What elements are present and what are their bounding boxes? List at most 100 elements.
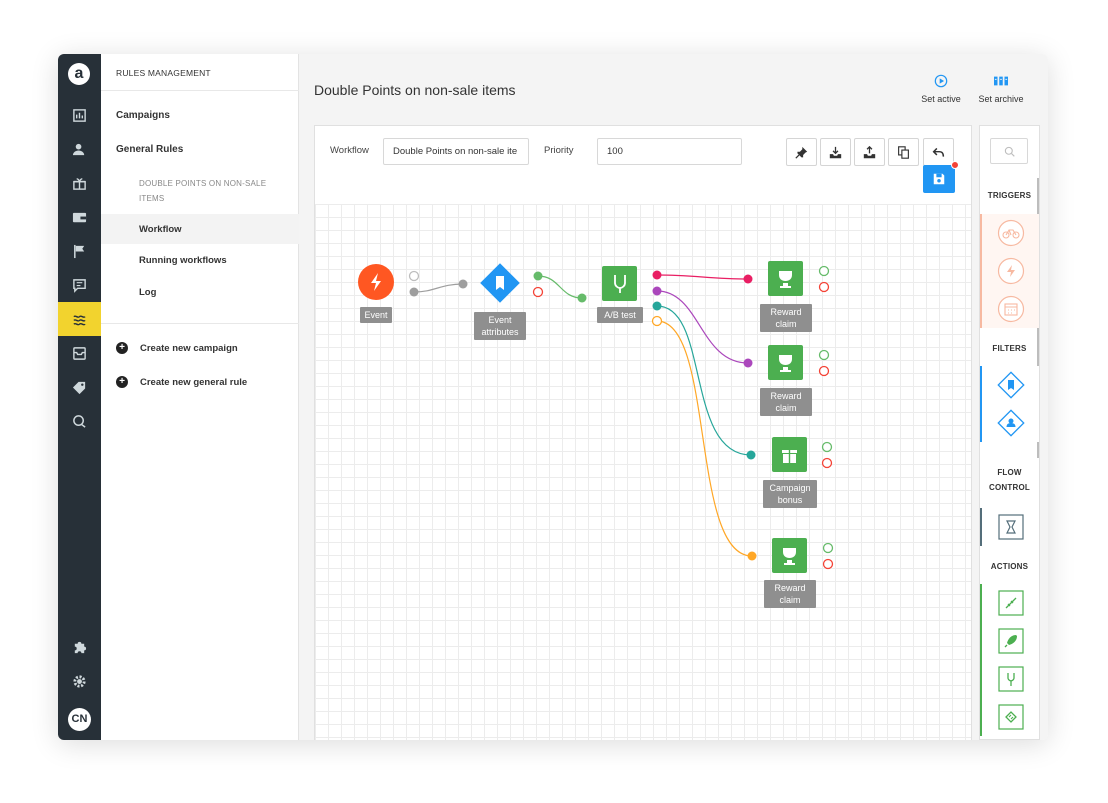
create-rule-label: Create new general rule — [140, 376, 248, 388]
dashboard-icon[interactable] — [58, 98, 101, 132]
message-icon[interactable] — [58, 268, 101, 302]
action-ab-test-item[interactable] — [980, 660, 1039, 698]
divider — [101, 90, 299, 91]
priority-input[interactable]: 100 — [597, 138, 742, 165]
divider — [101, 323, 299, 324]
wire-event-attributes — [413, 283, 464, 293]
reward-claim-1-label[interactable]: Reward claim — [760, 304, 812, 332]
copy-icon — [898, 145, 909, 159]
wires-layer — [358, 261, 834, 573]
create-campaign-button[interactable]: + Create new campaign — [116, 342, 238, 354]
set-active-button[interactable]: Set active — [911, 74, 971, 104]
save-icon — [933, 173, 945, 185]
undo-button[interactable] — [923, 138, 954, 166]
bike-icon — [997, 219, 1024, 247]
upload-button[interactable] — [854, 138, 885, 166]
plus-icon: + — [116, 342, 128, 354]
wallet-icon[interactable] — [58, 200, 101, 234]
points-icon — [997, 590, 1024, 616]
reward-claim-3-label[interactable]: Reward claim — [764, 580, 816, 608]
icon-rail: a CN — [58, 54, 101, 740]
settings-icon[interactable] — [58, 664, 101, 698]
main-area: Double Points on non-sale items Set acti… — [299, 54, 1048, 740]
filter-attributes-item[interactable] — [980, 366, 1039, 404]
avatar[interactable]: CN — [68, 708, 91, 731]
reward-claim-2-label[interactable]: Reward claim — [760, 388, 812, 416]
ticket-icon — [997, 704, 1024, 730]
undo-icon — [932, 147, 945, 157]
selected-item-bg — [101, 214, 299, 244]
nav-item-campaigns[interactable]: Campaigns — [116, 110, 170, 121]
play-circle-icon — [934, 74, 948, 88]
upload-icon — [863, 145, 876, 158]
user-diamond-icon — [996, 409, 1025, 437]
workflow-editor: Workflow Double Points on non-sale ite P… — [314, 125, 972, 740]
customers-icon[interactable] — [58, 132, 101, 166]
action-rocket-item[interactable] — [980, 622, 1039, 660]
bookmark-diamond-icon — [996, 371, 1025, 399]
nav-item-log[interactable]: Log — [139, 287, 156, 298]
palette-category-filters: FILTERS — [992, 344, 1027, 353]
save-button[interactable] — [923, 161, 959, 193]
copy-button[interactable] — [888, 138, 919, 166]
app-logo[interactable]: a — [68, 63, 90, 85]
event-node-label[interactable]: Event — [360, 307, 392, 323]
palette-search[interactable] — [990, 138, 1028, 164]
workflow-canvas[interactable]: Event Event attributes A/B test Reward c… — [315, 204, 971, 740]
ab-test-node-icon — [602, 266, 637, 301]
nav-item-general-rules[interactable]: General Rules — [116, 144, 183, 155]
chat-icon[interactable] — [58, 404, 101, 438]
rules-icon[interactable] — [58, 302, 101, 336]
nav-item-running-workflows[interactable]: Running workflows — [139, 255, 227, 266]
priority-label: Priority — [544, 145, 574, 156]
split-icon — [997, 666, 1024, 692]
palette-category-triggers: TRIGGERS — [987, 191, 1032, 200]
workflow-name-input[interactable]: Double Points on non-sale ite — [383, 138, 529, 165]
rule-caption: DOUBLE POINTS ON NON-SALE ITEMS — [139, 179, 267, 203]
pin-button[interactable] — [786, 138, 817, 166]
event-attributes-node-label[interactable]: Event attributes — [474, 312, 526, 340]
calendar-icon — [997, 295, 1024, 323]
gift-icon[interactable] — [58, 166, 101, 200]
workflow-label: Workflow — [330, 145, 369, 156]
rocket-icon — [997, 628, 1024, 654]
flag-icon[interactable] — [58, 234, 101, 268]
trigger-bike-item[interactable] — [980, 214, 1039, 252]
unsaved-indicator — [951, 161, 959, 169]
create-campaign-label: Create new campaign — [140, 342, 238, 354]
page-title: Double Points on non-sale items — [314, 82, 516, 98]
download-icon — [829, 146, 842, 158]
search-icon — [1004, 146, 1015, 157]
archive-icon — [994, 76, 1008, 86]
wire-orange — [656, 320, 753, 557]
rules-nav: RULES MANAGEMENT Campaigns General Rules… — [101, 54, 299, 740]
wire-teal — [656, 305, 752, 456]
campaign-bonus-label[interactable]: Campaign bonus — [763, 480, 817, 508]
wire-pink — [656, 274, 749, 280]
action-ticket-item[interactable] — [980, 698, 1039, 736]
ab-test-node-label[interactable]: A/B test — [597, 307, 643, 323]
inbox-icon[interactable] — [58, 336, 101, 370]
nav-item-workflow[interactable]: Workflow — [139, 224, 182, 235]
node-palette: TRIGGERS FILTERS FLOW CONTROL ACTIONS — [979, 125, 1040, 740]
set-archive-button[interactable]: Set archive — [971, 74, 1031, 104]
set-active-label: Set active — [921, 94, 961, 104]
create-rule-button[interactable]: + Create new general rule — [116, 376, 247, 388]
puzzle-icon[interactable] — [58, 630, 101, 664]
app-window: a CN RULES MANAGEMENT Campaigns General … — [58, 54, 1048, 740]
wire-attributes-ab — [537, 275, 583, 299]
pin-icon — [795, 146, 808, 159]
action-points-item[interactable] — [980, 584, 1039, 622]
hourglass-icon — [997, 514, 1024, 540]
download-button[interactable] — [820, 138, 851, 166]
bolt-icon — [997, 257, 1024, 285]
filter-customer-item[interactable] — [980, 404, 1039, 442]
set-archive-label: Set archive — [978, 94, 1024, 104]
trigger-event-item[interactable] — [980, 252, 1039, 290]
plus-icon: + — [116, 376, 128, 388]
trigger-calendar-item[interactable] — [980, 290, 1039, 328]
flow-delay-item[interactable] — [980, 508, 1039, 546]
tags-icon[interactable] — [58, 370, 101, 404]
nav-title: RULES MANAGEMENT — [116, 68, 211, 78]
palette-category-flow-control: FLOW CONTROL — [989, 468, 1030, 492]
